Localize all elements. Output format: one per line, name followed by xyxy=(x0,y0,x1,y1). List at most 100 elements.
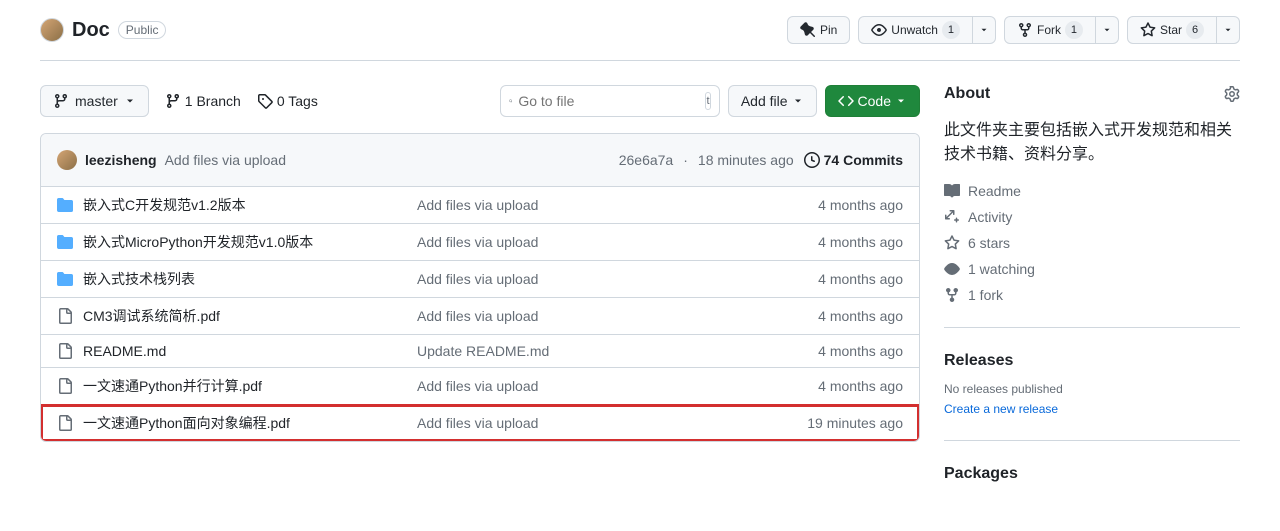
code-label: Code xyxy=(858,93,891,109)
commit-message[interactable]: Add files via upload xyxy=(165,152,286,168)
tag-icon xyxy=(257,93,273,109)
file-name-link[interactable]: CM3调试系统简析.pdf xyxy=(83,306,220,326)
gear-icon[interactable] xyxy=(1224,86,1240,102)
eye-icon xyxy=(944,261,960,277)
chevron-down-icon xyxy=(792,95,804,107)
search-icon xyxy=(509,93,513,109)
file-commit-msg[interactable]: Add files via upload xyxy=(417,197,538,213)
create-release-link[interactable]: Create a new release xyxy=(944,402,1058,416)
file-name-link[interactable]: 嵌入式C开发规范v1.2版本 xyxy=(83,195,246,215)
latest-commit-bar: leezisheng Add files via upload 26e6a7a … xyxy=(41,134,919,187)
about-description: 此文件夹主要包括嵌入式开发规范和相关技术书籍、资料分享。 xyxy=(944,119,1240,167)
file-row: 一文速通Python并行计算.pdf Add files via upload … xyxy=(41,368,919,405)
chevron-down-icon xyxy=(1102,25,1112,35)
file-commit-msg[interactable]: Add files via upload xyxy=(417,234,538,250)
file-search-box[interactable]: t xyxy=(500,85,720,117)
repo-name[interactable]: Doc xyxy=(72,19,110,42)
tags-link[interactable]: 0 Tags xyxy=(257,93,318,109)
fork-dropdown[interactable] xyxy=(1096,16,1119,44)
commit-user[interactable]: leezisheng xyxy=(85,152,157,168)
chevron-down-icon xyxy=(979,25,989,35)
packages-title: Packages xyxy=(944,465,1240,483)
history-icon xyxy=(804,152,820,168)
file-row: README.md Update README.md 4 months ago xyxy=(41,335,919,368)
commits-link[interactable]: 74 Commits xyxy=(804,152,903,168)
fork-label: Fork xyxy=(1037,23,1061,37)
tags-text: 0 Tags xyxy=(277,93,318,109)
commit-time: 18 minutes ago xyxy=(698,152,794,168)
file-date: 4 months ago xyxy=(818,197,903,213)
star-label: Star xyxy=(1160,23,1182,37)
unwatch-dropdown[interactable] xyxy=(973,16,996,44)
star-icon xyxy=(1140,22,1156,38)
releases-title: Releases xyxy=(944,352,1240,370)
visibility-badge: Public xyxy=(118,21,167,39)
file-name-link[interactable]: 嵌入式技术栈列表 xyxy=(83,269,195,289)
branch-icon xyxy=(165,93,181,109)
add-file-button[interactable]: Add file xyxy=(728,85,817,117)
code-icon xyxy=(838,93,854,109)
file-commit-msg[interactable]: Update README.md xyxy=(417,343,549,359)
file-row: 嵌入式MicroPython开发规范v1.0版本 Add files via u… xyxy=(41,224,919,261)
commit-sha[interactable]: 26e6a7a xyxy=(619,152,674,168)
file-row: CM3调试系统简析.pdf Add files via upload 4 mon… xyxy=(41,298,919,335)
file-commit-msg[interactable]: Add files via upload xyxy=(417,415,538,431)
chevron-down-icon xyxy=(895,95,907,107)
file-row: 嵌入式技术栈列表 Add files via upload 4 months a… xyxy=(41,261,919,298)
fork-button[interactable]: Fork 1 xyxy=(1004,16,1096,44)
commits-count: 74 Commits xyxy=(824,152,903,168)
add-file-label: Add file xyxy=(741,93,788,109)
file-row: 一文速通Python面向对象编程.pdf Add files via uploa… xyxy=(41,405,919,441)
stars-link[interactable]: 6 stars xyxy=(944,235,1010,251)
readme-link[interactable]: Readme xyxy=(944,183,1021,199)
star-button[interactable]: Star 6 xyxy=(1127,16,1217,44)
folder-icon xyxy=(57,271,73,287)
pulse-icon xyxy=(944,209,960,225)
file-commit-msg[interactable]: Add files via upload xyxy=(417,378,538,394)
eye-icon xyxy=(871,22,887,38)
chevron-down-icon xyxy=(124,95,136,107)
activity-link[interactable]: Activity xyxy=(944,209,1012,225)
file-icon xyxy=(57,308,73,324)
branch-name: master xyxy=(75,93,118,109)
file-search-input[interactable] xyxy=(518,93,699,109)
about-title: About xyxy=(944,85,990,103)
branch-select-button[interactable]: master xyxy=(40,85,149,117)
unwatch-label: Unwatch xyxy=(891,23,938,37)
file-date: 4 months ago xyxy=(818,308,903,324)
chevron-down-icon xyxy=(1223,25,1233,35)
file-row: 嵌入式C开发规范v1.2版本 Add files via upload 4 mo… xyxy=(41,187,919,224)
file-date: 4 months ago xyxy=(818,234,903,250)
fork-count: 1 xyxy=(1065,21,1083,39)
star-dropdown[interactable] xyxy=(1217,16,1240,44)
file-commit-msg[interactable]: Add files via upload xyxy=(417,271,538,287)
branches-link[interactable]: 1 Branch xyxy=(165,93,241,109)
code-button[interactable]: Code xyxy=(825,85,920,117)
file-date: 4 months ago xyxy=(818,271,903,287)
file-name-link[interactable]: 一文速通Python并行计算.pdf xyxy=(83,376,262,396)
star-count: 6 xyxy=(1186,21,1204,39)
file-date: 19 minutes ago xyxy=(807,415,903,431)
forks-link[interactable]: 1 fork xyxy=(944,287,1003,303)
book-icon xyxy=(944,183,960,199)
star-icon xyxy=(944,235,960,251)
pin-button[interactable]: Pin xyxy=(787,16,850,44)
owner-avatar[interactable] xyxy=(40,18,64,42)
file-icon xyxy=(57,378,73,394)
watching-link[interactable]: 1 watching xyxy=(944,261,1035,277)
fork-icon xyxy=(1017,22,1033,38)
commit-avatar[interactable] xyxy=(57,150,77,170)
file-name-link[interactable]: README.md xyxy=(83,343,166,359)
pin-icon xyxy=(800,22,816,38)
unwatch-button[interactable]: Unwatch 1 xyxy=(858,16,973,44)
file-name-link[interactable]: 一文速通Python面向对象编程.pdf xyxy=(83,413,290,433)
file-date: 4 months ago xyxy=(818,343,903,359)
fork-icon xyxy=(944,287,960,303)
branches-text: 1 Branch xyxy=(185,93,241,109)
watch-count: 1 xyxy=(942,21,960,39)
file-commit-msg[interactable]: Add files via upload xyxy=(417,308,538,324)
file-name-link[interactable]: 嵌入式MicroPython开发规范v1.0版本 xyxy=(83,232,313,252)
branch-icon xyxy=(53,93,69,109)
folder-icon xyxy=(57,197,73,213)
file-date: 4 months ago xyxy=(818,378,903,394)
